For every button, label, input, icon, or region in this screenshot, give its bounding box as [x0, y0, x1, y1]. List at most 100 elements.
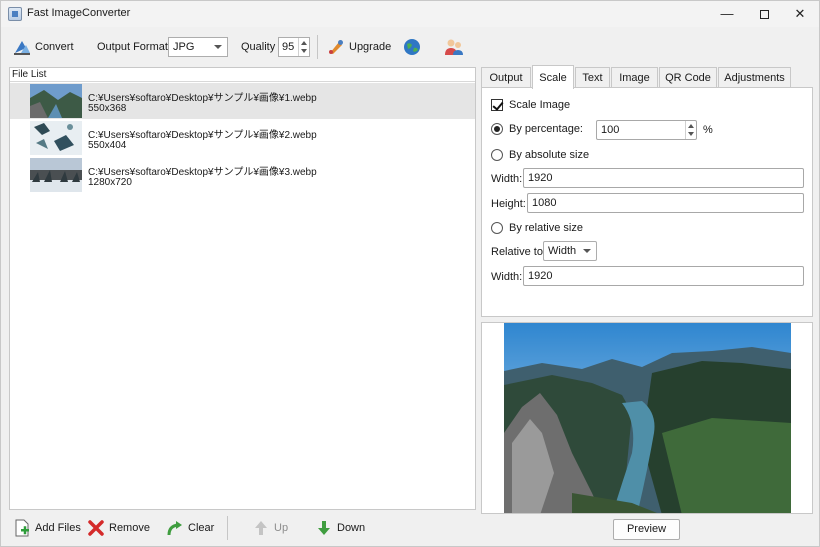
file-path: C:¥Users¥softaro¥Desktop¥サンプル¥画像¥3.webp [88, 167, 317, 178]
upgrade-button[interactable]: Upgrade [327, 38, 391, 56]
users-icon [444, 38, 463, 56]
preview-button[interactable]: Preview [613, 519, 680, 540]
add-files-button[interactable]: Add Files [13, 518, 81, 538]
relative-to-select[interactable]: Width [543, 241, 597, 261]
toolbar-divider [317, 35, 318, 59]
height-value: 1080 [532, 197, 557, 209]
relative-width-label: Width: [491, 271, 523, 283]
image-thumbnail [30, 84, 82, 118]
percent-sign: % [703, 124, 713, 136]
convert-icon [13, 38, 31, 56]
website-button[interactable] [403, 38, 421, 56]
file-dimensions: 550x404 [88, 140, 127, 151]
tab-output[interactable]: Output [481, 67, 531, 88]
by-absolute-radio[interactable]: By absolute size [491, 149, 589, 161]
actions-divider [227, 516, 228, 540]
upgrade-label: Upgrade [349, 41, 392, 53]
move-down-button[interactable]: Down [315, 518, 365, 538]
arrow-down-icon [301, 49, 307, 53]
by-percentage-label: By percentage: [509, 123, 583, 135]
scale-image-checkbox[interactable]: Scale Image [491, 99, 570, 111]
close-button[interactable]: ✕ [783, 1, 817, 27]
arrow-up-icon [252, 519, 270, 537]
chevron-down-icon [214, 45, 222, 49]
file-list-header: File List [10, 68, 475, 82]
clear-label: Clear [188, 522, 215, 534]
percentage-stepper[interactable]: 100 [596, 120, 697, 140]
height-label: Height: [491, 198, 526, 210]
file-path: C:¥Users¥softaro¥Desktop¥サンプル¥画像¥1.webp [88, 93, 317, 104]
quality-value: 95 [282, 41, 295, 53]
maximize-icon [759, 10, 769, 20]
output-format-value: JPG [173, 41, 195, 53]
relative-width-value: 1920 [528, 270, 553, 282]
arrow-down-icon [315, 519, 333, 537]
radio-unselected-icon [491, 222, 503, 234]
down-label: Down [337, 522, 366, 534]
tab-text[interactable]: Text [575, 67, 610, 88]
tab-adjustments[interactable]: Adjustments [718, 67, 791, 88]
list-item[interactable]: C:¥Users¥softaro¥Desktop¥サンプル¥画像¥1.webp … [10, 83, 475, 119]
tab-image[interactable]: Image [611, 67, 658, 88]
list-item[interactable]: C:¥Users¥softaro¥Desktop¥サンプル¥画像¥2.webp … [10, 120, 475, 156]
quality-label: Quality [241, 41, 276, 53]
remove-label: Remove [109, 522, 150, 534]
tab-scale[interactable]: Scale [532, 65, 574, 89]
minimize-button[interactable]: — [710, 1, 744, 27]
arrow-down-icon [688, 132, 694, 136]
app-icon [8, 7, 22, 21]
window-title: Fast ImageConverter [27, 7, 131, 19]
arrow-up-icon [688, 124, 694, 128]
width-field[interactable]: 1920 [523, 168, 804, 188]
height-field[interactable]: 1080 [527, 193, 804, 213]
close-icon [87, 519, 105, 537]
image-thumbnail [30, 158, 82, 192]
file-path: C:¥Users¥softaro¥Desktop¥サンプル¥画像¥2.webp [88, 130, 317, 141]
image-preview [481, 322, 813, 514]
file-actions: Add Files Remove Clear Up Down [9, 513, 476, 543]
app-window: Fast ImageConverter — ✕ Convert Output F… [0, 0, 820, 547]
checkbox-checked-icon [491, 99, 503, 111]
chevron-down-icon [583, 249, 591, 253]
output-format-label: Output Format: [97, 41, 171, 53]
file-dimensions: 1280x720 [88, 177, 132, 188]
radio-unselected-icon [491, 149, 503, 161]
file-list[interactable]: File List C:¥Users¥softaro¥Desktop¥サンプル¥… [9, 67, 476, 510]
undo-arrow-icon [166, 519, 184, 537]
up-label: Up [274, 522, 289, 534]
preview-image [482, 323, 812, 513]
by-relative-radio[interactable]: By relative size [491, 222, 583, 234]
stepper-buttons[interactable] [298, 38, 309, 56]
width-value: 1920 [528, 172, 553, 184]
image-thumbnail [30, 121, 82, 155]
globe-icon [403, 38, 421, 56]
clear-button[interactable]: Clear [166, 518, 214, 538]
file-dimensions: 550x368 [88, 103, 127, 114]
add-files-label: Add Files [35, 522, 81, 534]
radio-selected-icon [491, 123, 503, 135]
tab-qr-code[interactable]: QR Code [659, 67, 717, 88]
output-format-select[interactable]: JPG [168, 37, 228, 57]
by-relative-label: By relative size [509, 222, 583, 234]
by-percentage-radio[interactable]: By percentage: [491, 123, 583, 135]
relative-to-label: Relative to: [491, 246, 547, 258]
relative-to-value: Width [548, 245, 577, 257]
maximize-button[interactable] [747, 1, 781, 27]
percentage-value: 100 [601, 124, 620, 136]
remove-button[interactable]: Remove [87, 518, 150, 538]
convert-button[interactable]: Convert [13, 38, 74, 56]
convert-label: Convert [35, 41, 74, 53]
add-file-icon [13, 519, 31, 537]
relative-width-field[interactable]: 1920 [523, 266, 804, 286]
by-absolute-label: By absolute size [509, 149, 590, 161]
arrow-up-icon [301, 41, 307, 45]
upgrade-icon [327, 38, 345, 56]
list-item[interactable]: C:¥Users¥softaro¥Desktop¥サンプル¥画像¥3.webp … [10, 157, 475, 193]
stepper-buttons[interactable] [685, 121, 696, 139]
title-bar: Fast ImageConverter — ✕ [1, 1, 819, 27]
scale-image-label: Scale Image [509, 99, 571, 111]
quality-stepper[interactable]: 95 [278, 37, 310, 57]
move-up-button[interactable]: Up [252, 518, 288, 538]
scale-panel: Scale Image By percentage: 100 % By abso… [481, 87, 813, 317]
about-button[interactable] [444, 38, 463, 56]
